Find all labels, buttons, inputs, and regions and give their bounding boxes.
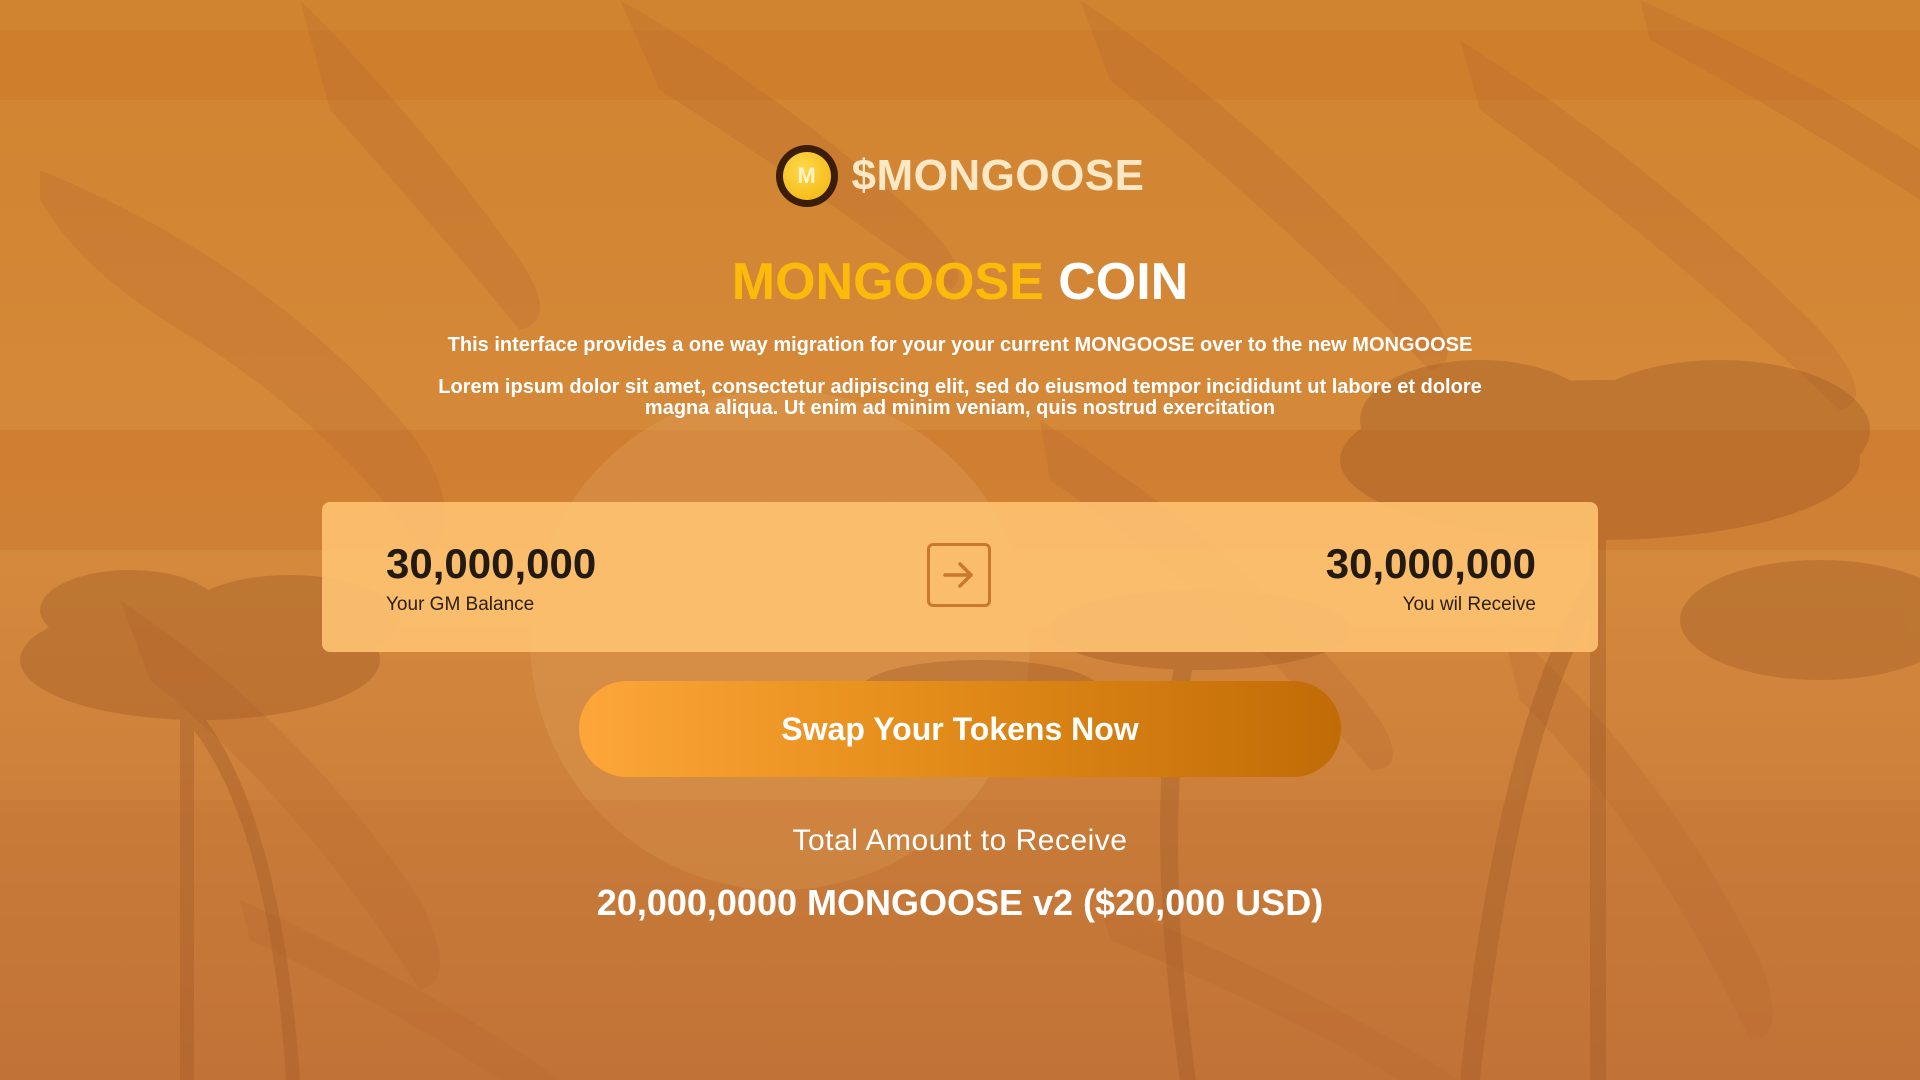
receive-label: You wil Receive <box>1402 594 1536 615</box>
total-amount-value: 20,000,0000 MONGOOSE v2 ($20,000 USD) <box>596 882 1324 923</box>
brand-name: $MONGOOSE <box>851 151 1145 200</box>
balance-label: Your GM Balance <box>386 594 535 615</box>
balance-amount: 30,000,000 <box>386 540 597 587</box>
swap-panel: 30,000,000 Your GM Balance 30,000,000 Yo… <box>322 502 1598 652</box>
coin-icon: M <box>775 145 838 207</box>
title-highlight: MONGOOSE <box>731 253 1044 311</box>
arrow-right-icon <box>927 543 991 607</box>
title-rest: COIN <box>1058 253 1189 311</box>
migration-description: This interface provides a one way migrat… <box>447 334 1473 356</box>
swap-tokens-button[interactable]: Swap Your Tokens Now <box>579 681 1341 777</box>
migration-page: M $MONGOOSE MONGOOSE COIN This interface… <box>0 0 1920 1080</box>
lorem-description: Lorem ipsum dolor sit amet, consectetur … <box>438 376 1482 419</box>
coin-letter: M <box>782 152 831 200</box>
brand-logo[interactable]: M $MONGOOSE <box>0 145 1920 207</box>
receive-amount: 30,000,000 <box>1325 540 1536 587</box>
total-amount-label: Total Amount to Receive <box>792 824 1128 857</box>
page-title: MONGOOSE COIN <box>0 252 1920 312</box>
